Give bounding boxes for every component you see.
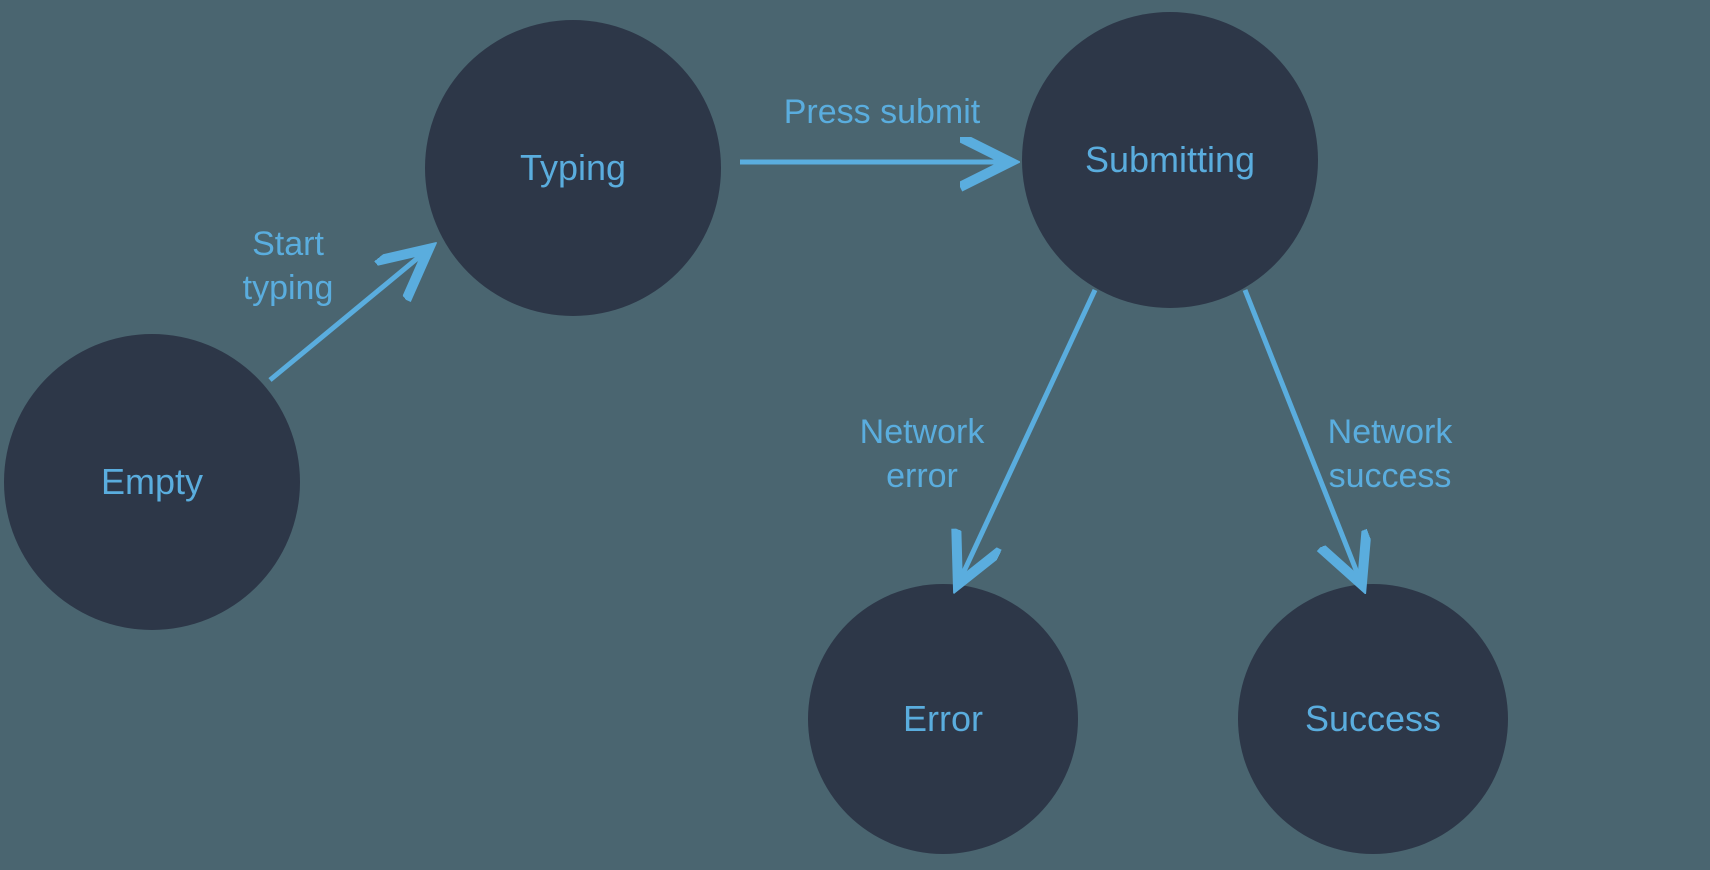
arrow-submitting-to-success xyxy=(0,0,1710,870)
